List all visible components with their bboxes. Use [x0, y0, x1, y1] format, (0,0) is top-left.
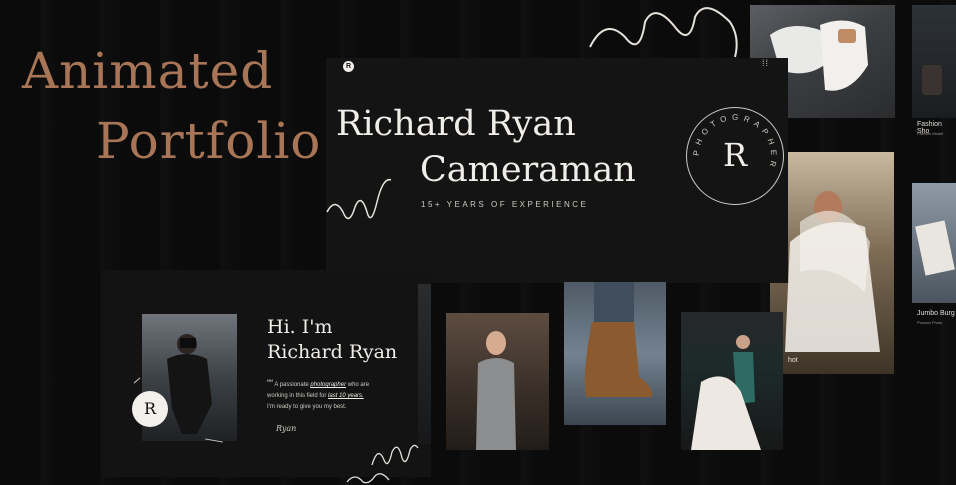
squiggle-icon: [589, 7, 738, 58]
wedding-couple-photo: [770, 152, 894, 374]
side-caption-subtitle: Fashion Model: [917, 131, 944, 136]
woman-portrait-photo: [446, 313, 549, 450]
bio-part1: A passionate: [274, 382, 311, 388]
logo-letter: R: [345, 63, 352, 70]
bio-part2: who are: [346, 382, 370, 388]
jumbo-burger-photo: [912, 183, 956, 303]
bio-text: ““ A passionate photographer who are wor…: [267, 378, 417, 413]
hero-experience: 15+ YEARS OF EXPERIENCE: [421, 200, 589, 209]
partial-caption: hot: [788, 357, 798, 364]
hero-role: Cameraman: [420, 150, 636, 190]
squiggle-icon: [326, 178, 392, 220]
gallery-edge-photo: [418, 284, 431, 444]
greeting-line2: Richard Ryan: [267, 341, 398, 363]
about-badge-letter: R: [143, 399, 157, 418]
bio-line3: I'm ready to give you my best.: [267, 404, 347, 410]
greeting-line1: Hi. I'm: [267, 316, 333, 338]
photographer-badge: PHOTOGRAPHER R: [686, 107, 784, 205]
squiggle-icon: [371, 444, 419, 466]
hero-name: Richard Ryan: [336, 104, 576, 144]
badge-letter: R: [723, 136, 748, 174]
headline-line2: Portfolio: [96, 112, 322, 170]
boots-photo: [564, 282, 666, 425]
bio-emphasis1: photographer: [310, 382, 347, 388]
squiggle-icon: [346, 473, 390, 484]
fashion-show-photo: [912, 5, 956, 118]
wedding-dance-photo: [681, 312, 783, 450]
grid-dots-icon[interactable]: ⁞⁞: [762, 58, 769, 68]
about-badge: R: [132, 391, 168, 427]
logo-icon[interactable]: R: [343, 61, 354, 72]
bio-emphasis2: last 10 years.: [328, 393, 364, 399]
side-caption-title: Jumbo Burg: [917, 310, 955, 317]
bio-line2: working in this field for: [267, 393, 329, 399]
side-caption-subtitle: Product Photo: [917, 320, 943, 325]
quote-icon: ““: [267, 378, 273, 388]
signature-icon: Ryan: [276, 424, 296, 433]
headline-line1: Animated: [22, 42, 274, 100]
signature-text: Ryan: [276, 424, 297, 433]
